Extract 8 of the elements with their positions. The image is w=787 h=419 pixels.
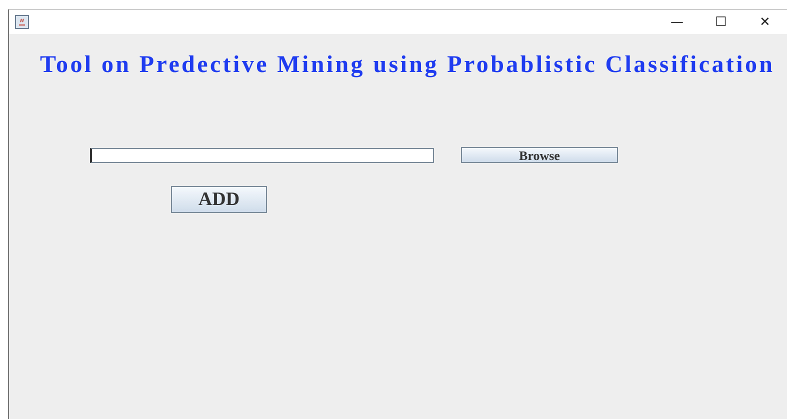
- app-icon: [15, 15, 29, 29]
- close-button[interactable]: ✕: [743, 10, 787, 34]
- app-heading: Tool on Predective Mining using Probablistic Classification: [40, 52, 776, 79]
- browse-button[interactable]: Browse: [461, 147, 618, 163]
- minimize-button[interactable]: —: [655, 10, 699, 34]
- add-button[interactable]: ADD: [171, 186, 267, 213]
- file-path-field[interactable]: [90, 148, 434, 162]
- maximize-button[interactable]: ☐: [699, 10, 743, 34]
